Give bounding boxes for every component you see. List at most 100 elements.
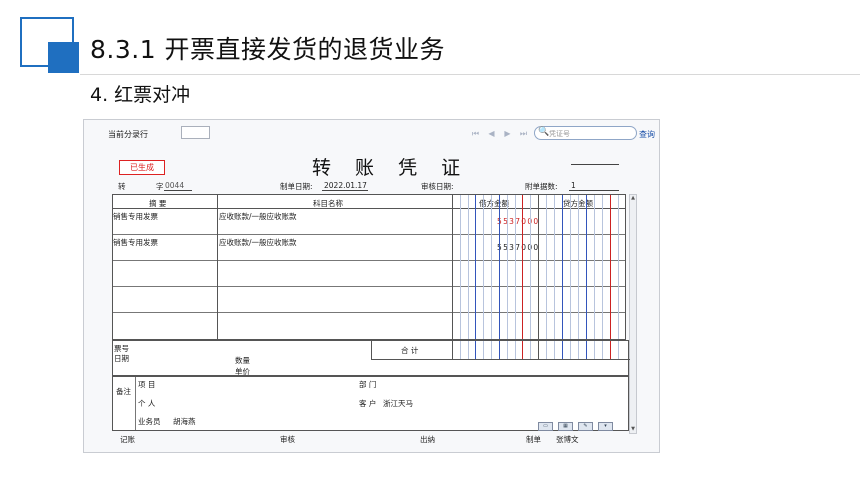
salesman-label: 业务员	[138, 417, 161, 426]
total-divider	[371, 341, 372, 359]
digit-line	[610, 341, 611, 359]
title-blank-line	[571, 164, 619, 165]
row-account[interactable]: 应收账款/一般应收账款	[219, 211, 297, 222]
digit-line	[546, 341, 547, 359]
dept-label: 部 门	[359, 380, 377, 389]
digit-line	[522, 195, 524, 339]
customer-label: 客 户	[359, 399, 377, 408]
expand-icon[interactable]: ▾	[598, 422, 613, 431]
remark-label: 备注	[116, 387, 131, 396]
attachment-icon[interactable]: ▭	[538, 422, 553, 431]
voucher-search-input[interactable]: 🔍 凭证号	[534, 126, 637, 140]
decor-square-filled	[48, 42, 79, 73]
voucher-number-label: 字	[156, 182, 164, 191]
digit-line	[467, 341, 469, 359]
first-page-icon[interactable]: ⏮	[470, 129, 481, 139]
person-label: 个 人	[138, 399, 156, 408]
split-row-label: 当前分录行	[108, 130, 148, 139]
next-page-icon[interactable]: ▶	[502, 129, 513, 139]
split-row-field[interactable]	[181, 126, 210, 139]
digit-line	[602, 195, 603, 339]
digit-line	[594, 195, 595, 339]
debit-digit-lines	[452, 195, 538, 339]
total-under-rule	[371, 359, 630, 360]
digit-line	[570, 341, 571, 359]
search-placeholder: 凭证号	[549, 130, 570, 138]
credit-digit-lines	[538, 195, 626, 339]
date-underline	[322, 190, 368, 191]
maker-label: 制单	[526, 435, 541, 444]
calculator-icon[interactable]: ▦	[558, 422, 573, 431]
table-scrollbar[interactable]: ▲ ▼	[629, 194, 637, 434]
digit-line	[562, 195, 563, 339]
slide-subtitle: 4. 红票对冲	[90, 84, 191, 106]
attachments-field[interactable]: 1	[571, 181, 576, 190]
digit-line	[578, 341, 579, 359]
edit-icon[interactable]: ✎	[578, 422, 593, 431]
date-field[interactable]: 2022.01.17	[324, 181, 367, 190]
row-account[interactable]: 应收账款/一般应收账款	[219, 237, 297, 248]
voucher-number-field[interactable]: 0044	[165, 181, 184, 190]
qty-label: 数量	[235, 356, 250, 365]
bookkeep-label: 记账	[120, 435, 135, 444]
digit-line	[491, 195, 493, 339]
last-page-icon[interactable]: ⏭	[518, 129, 529, 139]
digit-line	[475, 195, 477, 339]
digit-line	[618, 341, 619, 359]
digit-line	[530, 341, 532, 359]
digit-line	[491, 341, 493, 359]
voucher-entries-table: 摘 要 科目名称 借方金额 贷方金额 销售专用发票 应收账款/一般应收账款 55…	[112, 194, 626, 340]
maker-value: 张博文	[556, 435, 579, 444]
prev-page-icon[interactable]: ◀	[486, 129, 497, 139]
slide-title: 8.3.1 开票直接发货的退货业务	[90, 35, 446, 64]
header-account: 科目名称	[313, 199, 343, 208]
digit-line	[554, 341, 555, 359]
digit-line	[530, 195, 532, 339]
project-label: 项 目	[138, 380, 156, 389]
header-summary: 摘 要	[149, 199, 167, 208]
voucher-type-char: 转	[118, 182, 126, 191]
digit-line	[562, 341, 563, 359]
col-divider	[217, 195, 218, 339]
query-button[interactable]: 查询	[639, 129, 655, 140]
attachments-underline	[569, 190, 619, 191]
digit-line	[578, 195, 579, 339]
audit-date-label: 审核日期:	[421, 182, 454, 191]
digit-line	[483, 195, 485, 339]
scroll-up-icon[interactable]: ▲	[630, 195, 636, 202]
total-label: 合 计	[401, 346, 419, 355]
digit-line	[459, 341, 461, 359]
digit-line	[467, 195, 469, 339]
digit-line	[514, 341, 516, 359]
row-summary[interactable]: 销售专用发票	[113, 237, 158, 248]
remark-divider	[135, 377, 136, 430]
digit-line	[506, 341, 508, 359]
totals-section: 票号 日期 数量 单价 合 计	[112, 340, 630, 376]
digit-line	[459, 195, 461, 339]
salesman-value: 胡海燕	[173, 417, 196, 426]
digit-line	[498, 341, 500, 359]
digit-line	[514, 195, 516, 339]
total-debit-lines	[452, 341, 538, 359]
digit-line	[546, 195, 547, 339]
digit-line	[522, 341, 524, 359]
digit-line	[483, 341, 485, 359]
digit-line	[586, 341, 587, 359]
digit-line	[498, 195, 500, 339]
search-icon: 🔍	[538, 127, 550, 137]
attachments-label: 附单据数:	[525, 182, 558, 191]
digit-line	[570, 195, 571, 339]
digit-line	[618, 195, 619, 339]
status-badge: 已生成	[119, 160, 165, 175]
row-summary[interactable]: 销售专用发票	[113, 211, 158, 222]
scroll-down-icon[interactable]: ▼	[630, 426, 636, 433]
digit-line	[594, 341, 595, 359]
title-divider	[80, 74, 860, 75]
digit-line	[602, 341, 603, 359]
date-label: 制单日期:	[280, 182, 313, 191]
ticket-date-label: 日期	[114, 354, 129, 363]
digit-line	[586, 195, 587, 339]
digit-line	[554, 195, 555, 339]
voucher-window: 当前分录行 ⏮ ◀ ▶ ⏭ 🔍 凭证号 查询 已生成 转 账 凭 证 转 字 0…	[83, 119, 660, 453]
cashier-label: 出纳	[420, 435, 435, 444]
